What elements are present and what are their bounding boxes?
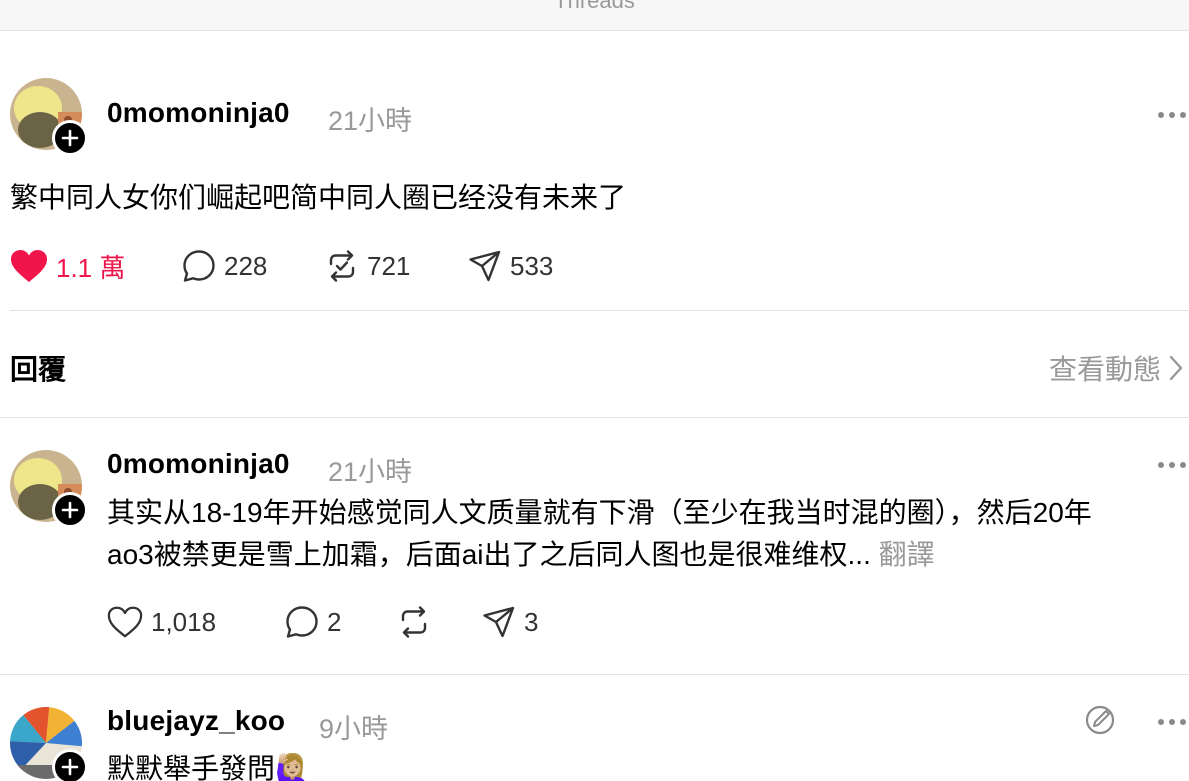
comment-count: 2 (327, 606, 342, 637)
share-count: 3 (524, 606, 539, 637)
repost-button[interactable] (397, 604, 431, 640)
share-button[interactable]: 533 (468, 248, 553, 284)
reply-username[interactable]: 0momoninja0 (107, 448, 290, 480)
share-icon (469, 250, 501, 282)
chevron-right-icon (1169, 355, 1183, 381)
view-activity-label: 查看動態 (1048, 354, 1161, 385)
reply-avatar[interactable] (10, 707, 88, 781)
post-username[interactable]: 0momoninja0 (107, 97, 290, 129)
like-button[interactable]: 1.1 萬 (10, 248, 125, 284)
post-text: 繁中同人女你们崛起吧简中同人圈已经没有未来了 (10, 182, 627, 213)
heart-icon (11, 250, 47, 282)
follow-plus-icon[interactable] (52, 120, 88, 156)
post-timestamp: 21小時 (328, 106, 413, 136)
reply-text-line: ao3被禁更是雪上加霜，后面ai出了之后同人图也是很难维权... 翻譯 (107, 534, 1182, 576)
reply-avatar[interactable] (10, 450, 88, 528)
heart-icon (107, 606, 143, 638)
share-count: 533 (510, 250, 554, 281)
like-count: 1,018 (151, 606, 217, 637)
reply-text-line: 其实从18-19年开始感觉同人文质量就有下滑（至少在我当时混的圈），然后20年 (107, 497, 1092, 528)
repost-button[interactable]: 721 (325, 248, 410, 284)
view-activity-link[interactable]: 查看動態 (1049, 348, 1183, 388)
edit-icon[interactable] (1084, 704, 1116, 736)
comment-button[interactable]: 2 (285, 604, 341, 640)
like-count: 1.1 萬 (56, 252, 126, 283)
reply-username[interactable]: bluejayz_koo (107, 705, 285, 737)
reply-text: 默默舉手發問🙋🏼‍♀️ (107, 753, 310, 781)
reply-timestamp: 9小時 (319, 714, 389, 744)
more-icon[interactable] (1158, 460, 1188, 470)
top-bar-title: Threads (554, 0, 635, 13)
post-avatar[interactable] (10, 78, 88, 156)
repost-icon (401, 606, 427, 638)
reply-text: 其实从18-19年开始感觉同人文质量就有下滑（至少在我当时混的圈），然后20年 … (107, 492, 1182, 576)
more-icon[interactable] (1158, 110, 1188, 120)
comment-icon (183, 250, 215, 282)
like-button[interactable]: 1,018 (107, 604, 216, 640)
comment-icon (286, 606, 318, 638)
follow-plus-icon[interactable] (52, 492, 88, 528)
divider (10, 310, 1189, 311)
translate-link[interactable]: 翻譯 (879, 539, 935, 570)
divider (0, 674, 1189, 675)
share-icon (483, 606, 515, 638)
top-bar: Threads (0, 0, 1189, 31)
reply-text-line-2: ao3被禁更是雪上加霜，后面ai出了之后同人图也是很难维权... (107, 539, 871, 570)
repost-count: 721 (367, 250, 411, 281)
reply-timestamp: 21小時 (328, 457, 413, 487)
follow-plus-icon[interactable] (52, 749, 88, 781)
more-icon[interactable] (1158, 717, 1188, 727)
share-button[interactable]: 3 (482, 604, 538, 640)
comment-button[interactable]: 228 (182, 248, 267, 284)
comment-count: 228 (224, 250, 268, 281)
divider (0, 417, 1189, 418)
replies-header: 回覆 (10, 354, 67, 385)
repost-icon (329, 250, 355, 282)
